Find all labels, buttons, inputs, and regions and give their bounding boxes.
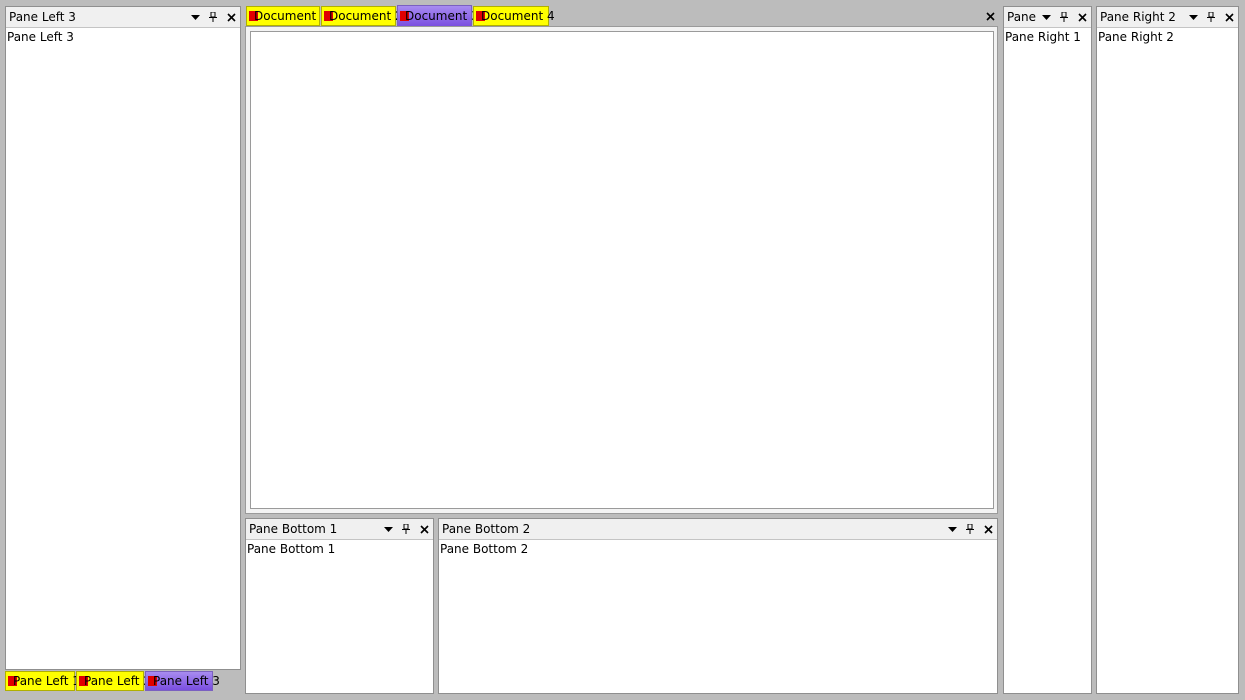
pane-bottom-1-title: Pane Bottom 1 [249, 522, 338, 536]
chevron-down-icon[interactable] [943, 520, 961, 538]
pin-icon[interactable] [1202, 8, 1220, 26]
tab-pane-left-3[interactable]: Pane Left 3 [145, 671, 220, 691]
pin-icon[interactable] [1055, 8, 1073, 26]
tab-label: Pane Left 2 [84, 674, 151, 688]
close-icon[interactable] [979, 520, 997, 538]
pane-left-title: Pane Left 3 [9, 10, 76, 24]
chevron-down-icon[interactable] [1184, 8, 1202, 26]
tab-document-1[interactable]: Document 1 [246, 6, 328, 26]
pane-right-1-content: Pane Right 1 [1005, 30, 1081, 44]
pane-right-2-content: Pane Right 2 [1098, 30, 1174, 44]
pane-left: Pane Left 3 Pane Left 3 [5, 6, 241, 670]
pane-left-header[interactable]: Pane Left 3 [6, 7, 240, 28]
pane-bottom-1: Pane Bottom 1 Pane Bottom 1 [245, 518, 434, 694]
chevron-down-icon[interactable] [379, 520, 397, 538]
tab-label: Document 2 [329, 9, 403, 23]
tab-label: Document 1 [254, 9, 328, 23]
tab-pane-left-2[interactable]: Pane Left 2 [76, 671, 151, 691]
pane-right-1-header[interactable]: Pane [1004, 7, 1091, 28]
chevron-down-icon[interactable] [186, 8, 204, 26]
tab-label: Pane Left 3 [153, 674, 220, 688]
tab-label: Pane Left 1 [13, 674, 80, 688]
tab-pane-left-1[interactable]: Pane Left 1 [5, 671, 80, 691]
tab-label: Document 4 [481, 9, 555, 23]
pin-icon[interactable] [204, 8, 222, 26]
close-icon[interactable] [415, 520, 433, 538]
pane-right-1-title: Pane [1007, 10, 1037, 24]
close-icon[interactable] [981, 7, 999, 25]
tab-document-4[interactable]: Document 4 [473, 6, 555, 26]
tab-label: Document 3 [405, 9, 479, 23]
pane-bottom-2-content: Pane Bottom 2 [440, 542, 529, 556]
document-container [245, 26, 998, 514]
tab-document-2[interactable]: Document 2 [321, 6, 403, 26]
close-icon[interactable] [1220, 8, 1238, 26]
pane-right-2-header[interactable]: Pane Right 2 [1097, 7, 1238, 28]
pane-bottom-2: Pane Bottom 2 Pane Bottom 2 [438, 518, 998, 694]
pane-bottom-1-header[interactable]: Pane Bottom 1 [246, 519, 433, 540]
close-icon[interactable] [1073, 8, 1091, 26]
tab-document-3[interactable]: Document 3 [397, 5, 479, 27]
pane-bottom-2-title: Pane Bottom 2 [442, 522, 531, 536]
pane-right-2-title: Pane Right 2 [1100, 10, 1176, 24]
pin-icon[interactable] [961, 520, 979, 538]
pane-right-1: Pane Pane Right 1 [1003, 6, 1092, 694]
close-icon[interactable] [222, 8, 240, 26]
pane-left-content: Pane Left 3 [7, 30, 74, 44]
chevron-down-icon[interactable] [1037, 8, 1055, 26]
pane-right-2: Pane Right 2 Pane Right 2 [1096, 6, 1239, 694]
document-content[interactable] [250, 31, 994, 509]
pane-bottom-1-content: Pane Bottom 1 [247, 542, 336, 556]
pane-bottom-2-header[interactable]: Pane Bottom 2 [439, 519, 997, 540]
pin-icon[interactable] [397, 520, 415, 538]
